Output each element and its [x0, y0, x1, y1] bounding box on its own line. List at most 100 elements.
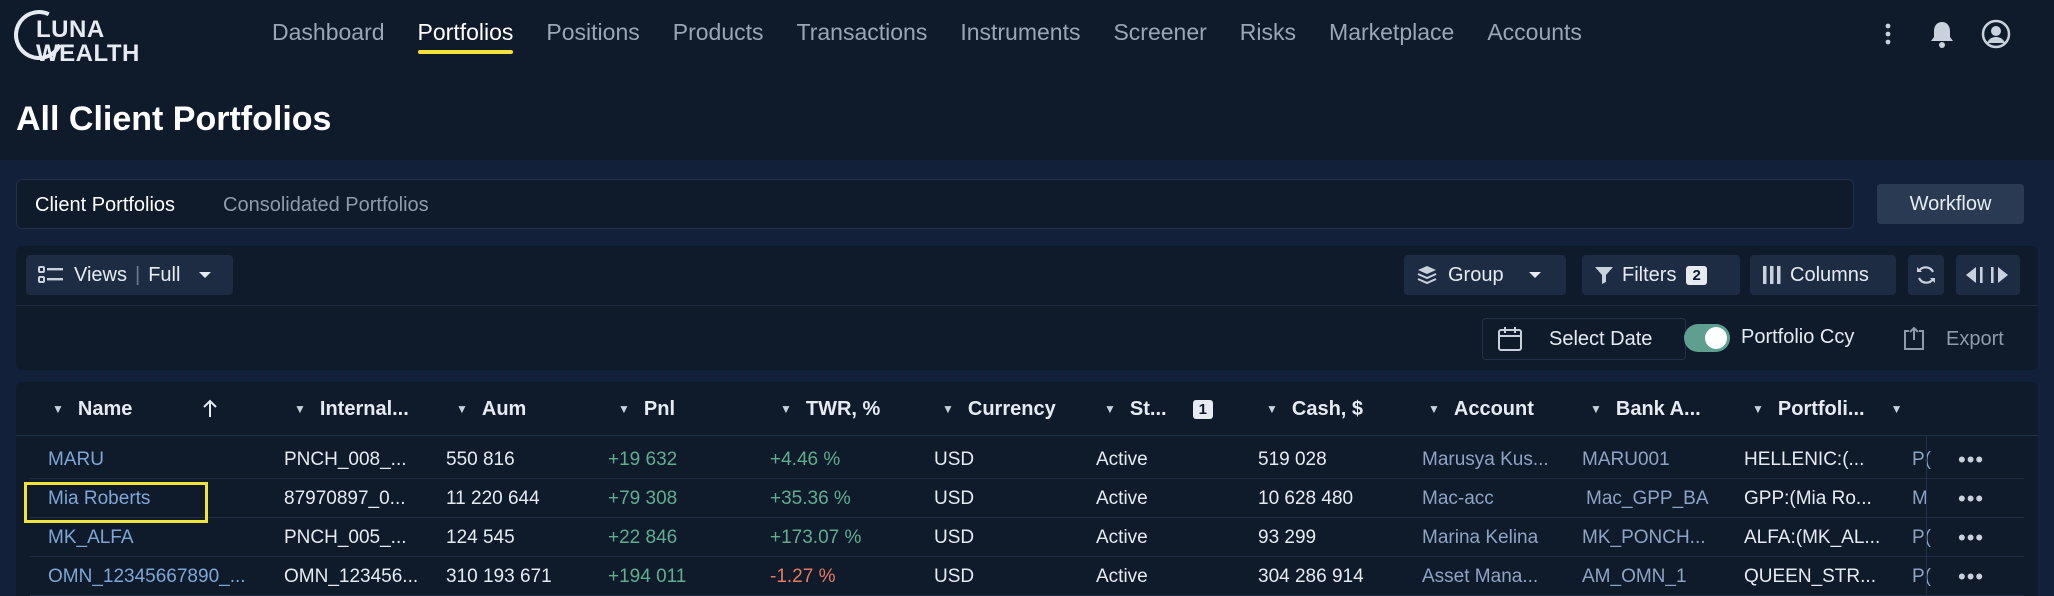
cell-portfolio: QUEEN_STR...	[1744, 566, 1876, 587]
chevron-down-icon	[1528, 272, 1541, 278]
columns-button[interactable]: Columns	[1750, 255, 1896, 295]
table-row[interactable]: MARU PNCH_008_... 550 816 +19 632 +4.46 …	[30, 440, 2024, 479]
group-label: Group	[1448, 263, 1504, 286]
cell-account[interactable]: Asset Mana...	[1422, 557, 1572, 596]
column-header-pnl[interactable]: ▼ Pnl	[618, 382, 675, 436]
cell-currency: USD	[934, 527, 975, 548]
column-header-aum[interactable]: ▼ Aum	[456, 382, 526, 436]
export-icon	[1904, 326, 1924, 350]
cell-status: Active	[1096, 449, 1148, 470]
portfolio-ccy-toggle[interactable]	[1684, 324, 1730, 352]
caret-down-icon: ▼	[1104, 402, 1116, 416]
views-label: Views	[74, 263, 127, 286]
cell-twr: -1.27 %	[770, 566, 836, 587]
more-vertical-icon[interactable]	[1870, 16, 1906, 52]
cell-account[interactable]: Mac-acc	[1422, 479, 1572, 518]
cell-bank: AM_OMN_1	[1582, 566, 1687, 587]
cell-internal: 87970897_0...	[284, 488, 406, 509]
table-row[interactable]: MK_ALFA PNCH_005_... 124 545 +22 846 +17…	[30, 518, 2024, 557]
cell-extra: P(	[1912, 527, 1931, 548]
cell-internal: OMN_123456...	[284, 566, 419, 587]
collapse-expand-button[interactable]	[1956, 255, 2020, 295]
group-dropdown[interactable]: Group	[1404, 255, 1566, 295]
columns-icon	[1763, 266, 1781, 284]
nav-risks[interactable]: Risks	[1240, 18, 1296, 54]
nav-portfolios[interactable]: Portfolios	[417, 18, 513, 54]
nav-instruments[interactable]: Instruments	[960, 18, 1080, 54]
list-view-icon	[38, 266, 63, 283]
cell-account[interactable]: Marusya Kus...	[1422, 440, 1572, 479]
cell-portfolio: GPP:(Mia Ro...	[1744, 488, 1872, 509]
column-header-internal[interactable]: ▼ Internal...	[294, 382, 409, 436]
nav-screener[interactable]: Screener	[1113, 18, 1206, 54]
filters-count-badge: 2	[1686, 265, 1707, 285]
row-actions-icon[interactable]: •••	[1958, 440, 1984, 479]
column-header-name[interactable]: ▼ Name	[52, 382, 256, 436]
cell-name[interactable]: MARU	[48, 440, 268, 479]
bell-icon[interactable]	[1924, 16, 1960, 52]
export-button[interactable]: Export	[1902, 318, 2004, 360]
cell-currency: USD	[934, 449, 975, 470]
cell-bank: Mac_GPP_BA	[1586, 488, 1709, 509]
cell-twr: +173.07 %	[770, 527, 862, 548]
column-title-currency: Currency	[967, 397, 1056, 420]
tab-client-portfolios[interactable]: Client Portfolios	[35, 194, 175, 217]
row-actions-icon[interactable]: •••	[1958, 557, 1984, 596]
filters-label: Filters	[1622, 263, 1677, 286]
nav-dashboard[interactable]: Dashboard	[272, 18, 385, 54]
cell-twr: +4.46 %	[770, 449, 841, 470]
cell-status: Active	[1096, 527, 1148, 548]
grid-toolbar: Views | Full Group Filters 2 Columns Sel…	[16, 246, 2038, 370]
user-avatar-icon[interactable]	[1978, 16, 2014, 52]
caret-down-icon: ▼	[52, 402, 64, 416]
column-header-status[interactable]: ▼ St... 1	[1104, 382, 1213, 436]
pinned-column-divider	[1926, 436, 1927, 596]
cell-pnl: +19 632	[608, 449, 678, 470]
cell-extra: P(	[1912, 449, 1931, 470]
nav-transactions[interactable]: Transactions	[797, 18, 928, 54]
nav-positions[interactable]: Positions	[546, 18, 639, 54]
column-header-account[interactable]: ▼ Account	[1428, 382, 1534, 436]
top-navigation-bar: LUNA WEALTH Dashboard Portfolios Positio…	[0, 0, 2054, 68]
caret-down-icon: ▼	[1428, 402, 1440, 416]
column-title-portfolio: Portfoli...	[1777, 397, 1865, 420]
filters-button[interactable]: Filters 2	[1582, 255, 1740, 295]
cell-account[interactable]: Marina Kelina	[1422, 518, 1572, 557]
column-title-pnl: Pnl	[643, 397, 676, 420]
column-header-portfolio[interactable]: ▼ Portfoli... ▼	[1752, 382, 1902, 436]
chevron-down-icon	[199, 272, 212, 278]
column-header-bank[interactable]: ▼ Bank A...	[1590, 382, 1701, 436]
views-separator: |	[135, 263, 141, 286]
nav-products[interactable]: Products	[673, 18, 764, 54]
column-title-internal: Internal...	[319, 397, 409, 420]
nav-marketplace[interactable]: Marketplace	[1329, 18, 1454, 54]
workflow-button[interactable]: Workflow	[1877, 184, 2024, 224]
caret-down-icon: ▼	[1752, 402, 1764, 416]
logo-line2: WEALTH	[36, 40, 140, 67]
nav-accounts[interactable]: Accounts	[1487, 18, 1582, 54]
table-row[interactable]: Mia Roberts 87970897_0... 11 220 644 +79…	[30, 479, 2024, 518]
select-date-button[interactable]: Select Date	[1482, 318, 1686, 360]
cell-aum: 310 193 671	[446, 566, 552, 587]
cell-name[interactable]: OMN_12345667890_...	[48, 557, 268, 596]
cell-name[interactable]: MK_ALFA	[48, 518, 268, 557]
column-header-currency[interactable]: ▼ Currency	[942, 382, 1056, 436]
caret-down-icon: ▼	[780, 402, 792, 416]
cell-cash: 519 028	[1258, 449, 1327, 470]
page-title: All Client Portfolios	[16, 100, 332, 138]
luna-wealth-logo[interactable]: LUNA WEALTH	[6, 2, 144, 68]
table-row[interactable]: OMN_12345667890_... OMN_123456... 310 19…	[30, 557, 2024, 596]
views-dropdown[interactable]: Views | Full	[26, 255, 233, 295]
columns-label: Columns	[1790, 263, 1869, 286]
cell-bank: MARU001	[1582, 449, 1670, 470]
caret-down-icon: ▼	[618, 402, 630, 416]
cell-status: Active	[1096, 488, 1148, 509]
refresh-button[interactable]	[1908, 255, 1944, 295]
sort-ascending-icon	[203, 399, 218, 417]
cell-cash: 93 299	[1258, 527, 1317, 548]
row-actions-icon[interactable]: •••	[1958, 518, 1984, 557]
column-header-twr[interactable]: ▼ TWR, %	[780, 382, 880, 436]
row-actions-icon[interactable]: •••	[1958, 479, 1984, 518]
tab-consolidated-portfolios[interactable]: Consolidated Portfolios	[223, 194, 429, 217]
column-header-cash[interactable]: ▼ Cash, $	[1266, 382, 1363, 436]
